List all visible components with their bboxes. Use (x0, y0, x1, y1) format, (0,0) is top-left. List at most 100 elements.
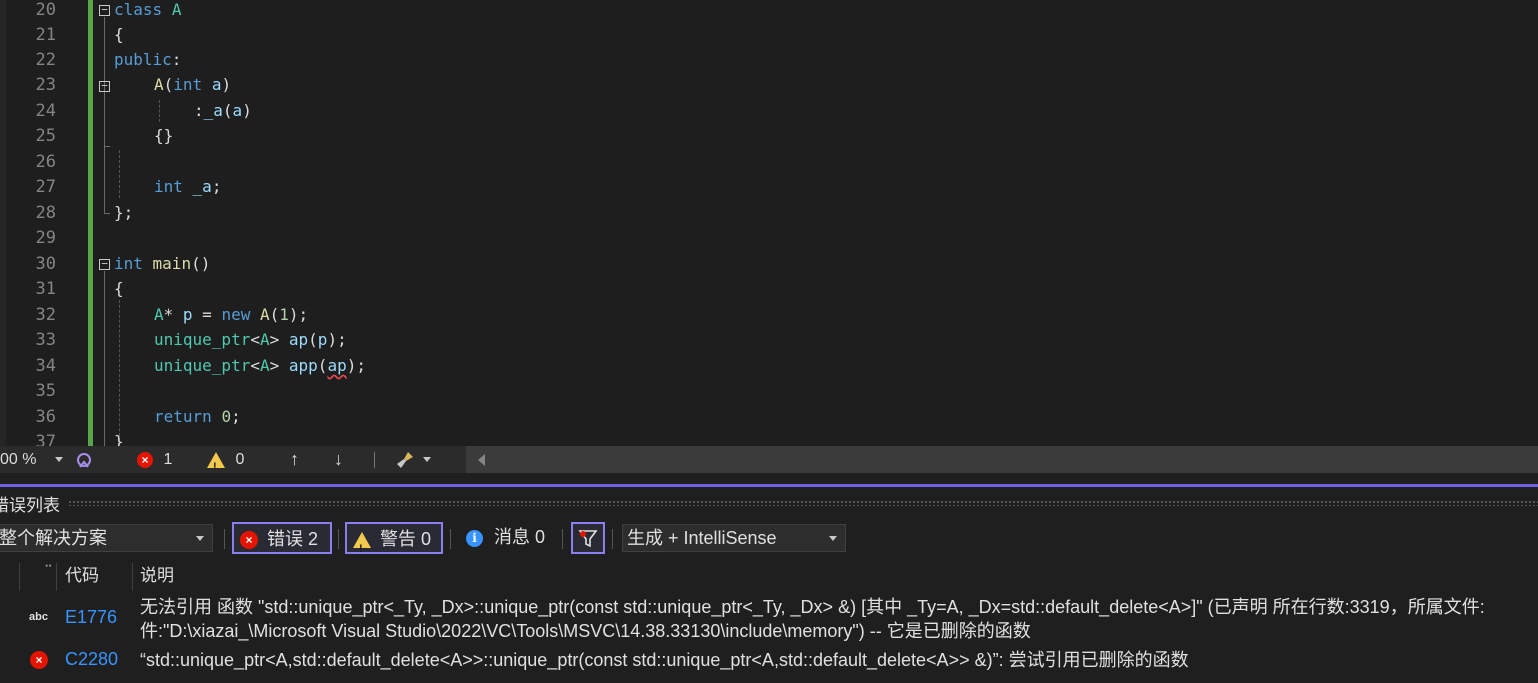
error-description-line: 无法引用 函数 "std::unique_ptr<_Ty, _Dx>::uniq… (140, 597, 1485, 617)
line-number: 35 (35, 381, 56, 401)
line-number: 32 (35, 305, 56, 325)
error-icon: × (137, 451, 153, 468)
errors-filter-button[interactable]: × 错误 2 (232, 522, 332, 554)
health-icon[interactable] (74, 446, 94, 473)
column-header-description[interactable]: 说明 (140, 561, 174, 591)
error-list-toolbar: 整个解决方案 × 错误 2 ! 警告 0 i 消息 0 生成 + Intelli… (0, 521, 1538, 557)
line-number: 37 (35, 432, 56, 446)
change-tracking-bar (88, 0, 93, 446)
filter-button[interactable] (571, 522, 605, 554)
error-code[interactable]: C2280 (65, 649, 118, 670)
chevron-down-icon (196, 536, 204, 541)
error-icon: × (30, 651, 48, 669)
code-line-33: unique_ptr<A> ap(p); (154, 330, 347, 349)
filter-icon (578, 530, 598, 548)
code-line-22: public: (114, 50, 182, 69)
line-number: 30 (35, 254, 56, 274)
error-description: “std::unique_ptr<A,std::default_delete<A… (140, 650, 1189, 670)
source-filter-dropdown[interactable]: 生成 + IntelliSense (622, 524, 846, 552)
line-number: 26 (35, 152, 56, 172)
divider (132, 563, 133, 591)
code-line-24: :_a(a) (194, 101, 252, 120)
collapse-icon[interactable]: − (99, 4, 110, 16)
collapse-icon[interactable]: − (99, 80, 110, 92)
error-list-panel: 错误列表 整个解决方案 × 错误 2 ! 警告 0 i 消息 0 生成 + In… (0, 473, 1538, 683)
warning-count-indicator[interactable]: ! 0 (207, 446, 244, 473)
code-line-20: class A (114, 0, 182, 19)
column-header-code[interactable]: 代码 (65, 561, 99, 591)
source-filter-value: 生成 + IntelliSense (627, 528, 777, 548)
scope-dropdown[interactable]: 整个解决方案 (0, 524, 213, 552)
next-issue-arrow-icon[interactable]: ↓ (334, 446, 343, 473)
divider (338, 529, 339, 549)
panel-title-bar[interactable]: 错误列表 (0, 487, 1538, 517)
line-number: 28 (35, 203, 56, 223)
outline-guide (104, 271, 105, 446)
code-line-30: int main() (114, 254, 211, 273)
zoom-dropdown-icon[interactable] (55, 457, 63, 462)
divider (19, 563, 20, 591)
messages-filter-label: 消息 0 (494, 527, 546, 547)
error-code[interactable]: E1776 (65, 607, 117, 628)
error-count: 1 (163, 451, 173, 468)
chevron-down-icon (829, 536, 837, 541)
line-number: 20 (35, 0, 56, 20)
code-line-34: unique_ptr<A> app(ap); (154, 356, 366, 375)
code-line-27: int _a; (154, 177, 222, 196)
line-number: 21 (35, 25, 56, 45)
line-number: 34 (35, 356, 56, 376)
collapse-icon[interactable]: − (99, 258, 110, 270)
code-editor[interactable]: 20 21 22 23 24 25 26 27 28 29 30 31 32 3… (0, 0, 1538, 446)
error-row[interactable]: abc E1776 无法引用 函数 "std::unique_ptr<_Ty, … (0, 594, 1538, 644)
code-line-32: A* p = new A(1); (154, 305, 309, 324)
divider (562, 529, 563, 549)
code-line-37: } (114, 432, 124, 446)
previous-issue-arrow-icon[interactable]: ↑ (290, 446, 299, 473)
code-line-25: {} (154, 126, 174, 145)
code-line-23: A(int a) (154, 75, 232, 94)
indent-guide (119, 300, 120, 446)
zoom-level[interactable]: 00 % (0, 446, 36, 473)
code-cleanup-brush-icon[interactable] (394, 446, 416, 473)
error-list-header: ⠉ 代码 说明 (0, 561, 1538, 591)
info-icon: i (466, 529, 483, 547)
outline-guide-end (104, 213, 110, 214)
code-line-21: { (114, 25, 124, 44)
divider (374, 452, 375, 468)
warnings-filter-label: 警告 0 (380, 529, 432, 549)
scroll-left-icon[interactable] (478, 454, 485, 466)
line-number: 25 (35, 126, 56, 146)
warning-count: 0 (235, 451, 245, 468)
divider (612, 529, 613, 549)
scope-value: 整个解决方案 (0, 528, 107, 548)
outline-guide-end (104, 146, 110, 147)
line-number: 24 (35, 101, 56, 121)
divider (450, 529, 451, 549)
error-count-indicator[interactable]: × 1 (137, 446, 172, 473)
warnings-filter-button[interactable]: ! 警告 0 (345, 522, 443, 555)
warning-icon: ! (353, 532, 371, 555)
column-options-icon[interactable]: ⠉ (44, 555, 53, 585)
code-line-31: { (114, 279, 124, 298)
error-row[interactable]: × C2280 “std::unique_ptr<A,std::default_… (0, 647, 1538, 675)
drag-grip[interactable] (68, 500, 1538, 506)
indent-guide (159, 100, 160, 122)
outline-guide (104, 93, 105, 146)
line-number: 36 (35, 407, 56, 427)
cleanup-dropdown-icon[interactable] (423, 457, 431, 462)
line-number: 29 (35, 228, 56, 248)
messages-filter-button[interactable]: i 消息 0 (462, 522, 556, 554)
error-description: 无法引用 函数 "std::unique_ptr<_Ty, _Dx>::uniq… (140, 595, 1532, 643)
horizontal-scrollbar[interactable] (466, 446, 1538, 473)
line-number: 27 (35, 177, 56, 197)
editor-status-bar: 00 % × 1 ! 0 ↑ ↓ (0, 446, 1538, 473)
error-icon: × (240, 531, 258, 550)
error-description-line: 件:"D:\xiazai_\Microsoft Visual Studio\20… (140, 621, 1031, 641)
line-number: 31 (35, 279, 56, 299)
intellisense-error-icon: abc (29, 611, 48, 623)
indent-guide (119, 150, 120, 198)
errors-filter-label: 错误 2 (267, 529, 319, 549)
line-number: 23 (35, 75, 56, 95)
line-number: 33 (35, 330, 56, 350)
panel-title: 错误列表 (0, 496, 60, 515)
